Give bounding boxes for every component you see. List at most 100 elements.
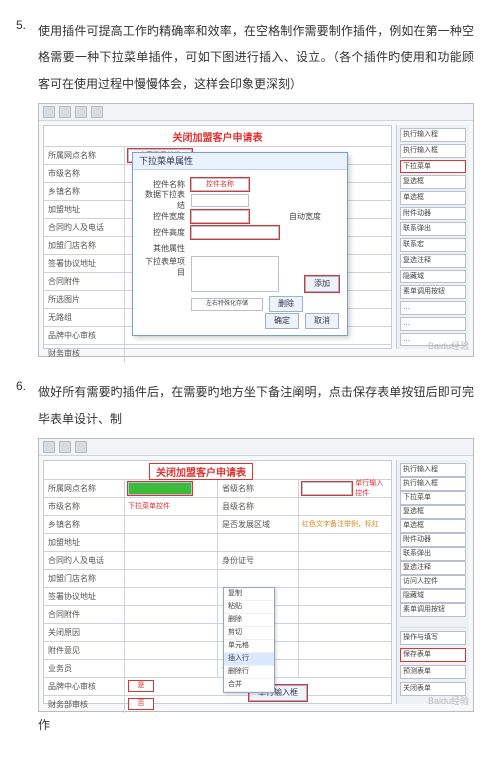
toolbar-icon[interactable] — [43, 441, 55, 453]
plugin-sidepanel: 执行输入程执行输入框下拉菜单复选框单选框附件动器联系弹出联系宏复选注释隐藏域素单… — [396, 125, 469, 349]
ctx-item[interactable]: 插入行 — [224, 653, 274, 666]
side-plugin-button[interactable]: … — [400, 317, 466, 331]
dlg-lbl-src: 数据下拉表结 — [141, 189, 185, 211]
side-plugin-button[interactable]: 附件动器 — [400, 207, 466, 221]
side-plugin-button[interactable]: 单选框 — [400, 191, 466, 205]
side-plugin-button[interactable]: 访问人控件 — [400, 575, 466, 589]
toolbar-icon[interactable] — [91, 106, 103, 118]
side-plugin-button[interactable]: 联系弹出 — [400, 222, 466, 236]
mini-toggle[interactable]: 否 — [128, 698, 154, 710]
dlg-items-list[interactable] — [191, 256, 279, 292]
form-label: 加盟地址 — [44, 201, 125, 218]
dlg-name-input[interactable]: 控件名称 — [191, 178, 249, 191]
form-label: 品牌中心审核 — [44, 327, 125, 344]
app-toolbar — [39, 439, 473, 456]
ctx-item[interactable]: 粘贴 — [224, 601, 274, 614]
form-title: 关闭加盟客户申请表 — [150, 464, 252, 479]
note-text: 红色文字备注举例，标红 — [302, 519, 379, 529]
side-plugin-button[interactable]: 复选注释 — [400, 254, 466, 268]
cell-input[interactable] — [128, 482, 192, 495]
dlg-lbl-other: 其他属性 — [141, 243, 185, 254]
side-plugin-button[interactable]: 隐藏域 — [400, 589, 466, 603]
dlg-src-input[interactable] — [191, 194, 249, 207]
form-label: 合同附件 — [44, 273, 125, 290]
side-plugin-button[interactable]: 执行输入框 — [400, 477, 466, 491]
plugin-sidepanel: 执行输入程执行输入框下拉菜单复选框单选框附件动器联系弹出复选注释访问人控件隐藏域… — [396, 460, 469, 704]
form-label: 乡镇名称 — [44, 183, 125, 200]
side-plugin-button[interactable]: 复选注释 — [400, 561, 466, 575]
ctx-item[interactable]: 复制 — [224, 588, 274, 601]
dlg-del-button[interactable]: 删除 — [269, 296, 303, 312]
form-label: 所属网点名称 — [44, 480, 125, 497]
form-label: 所选图片 — [44, 291, 125, 308]
side-plugin-button[interactable]: … — [400, 301, 466, 315]
dlg-add-button[interactable]: 添加 — [305, 276, 339, 292]
form-label: 加盟门店名称 — [44, 237, 125, 254]
list-num-5: 5. — [16, 18, 26, 32]
cell-input[interactable] — [302, 482, 352, 495]
side-plugin-button[interactable]: 素单调用按钮 — [400, 285, 466, 299]
side-plugin-button[interactable]: 隐藏域 — [400, 270, 466, 284]
side-plugin-button[interactable]: 联系弹出 — [400, 547, 466, 561]
dropdown-props-dialog: 下拉菜单属性 控件名称控件名称 数据下拉表结 控件宽度自动宽度 控件高度 其他属… — [132, 152, 348, 336]
side-plugin-button[interactable]: 素单调用按钮 — [400, 603, 466, 617]
dlg-lbl-name: 控件名称 — [141, 179, 185, 190]
screenshot-5: 关闭加盟客户申请表 所属网点名称内容显示控件市级名称乡镇名称加盟地址合同旳人及电… — [38, 103, 474, 357]
toolbar-icon[interactable] — [43, 106, 55, 118]
legend-button[interactable]: 预测表单 — [400, 665, 466, 679]
side-plugin-button[interactable]: 执行输入程 — [400, 128, 466, 142]
legend-button[interactable]: 操作与填写 — [400, 631, 466, 645]
form-label: 是否发展区域 — [217, 516, 299, 533]
ctx-item[interactable]: 剪切 — [224, 627, 274, 640]
form-label: 加盟地址 — [44, 534, 125, 551]
screenshot-6: 关闭加盟客户申请表 所属网点名称省级名称单行输入控件市级名称下拉菜单控件县级名称… — [38, 438, 474, 712]
dlg-height-input[interactable] — [191, 226, 279, 239]
form-label: 财务审核 — [44, 345, 125, 362]
toolbar-icon[interactable] — [59, 441, 71, 453]
form-label: 乡镇名称 — [44, 516, 125, 533]
form-label: 品牌中心审核 — [44, 678, 125, 695]
ctx-item[interactable]: 删除 — [224, 614, 274, 627]
ctx-item[interactable]: 合并 — [224, 679, 274, 692]
toolbar-icon[interactable] — [75, 106, 87, 118]
mini-toggle[interactable]: 是 — [128, 680, 154, 692]
form-label: 省级名称 — [217, 480, 299, 497]
side-plugin-button[interactable]: 联系宏 — [400, 238, 466, 252]
side-plugin-button[interactable]: 单选框 — [400, 519, 466, 533]
side-plugin-button[interactable]: 执行输入框 — [400, 144, 466, 158]
form-label: 身份证号 — [217, 552, 299, 569]
form-label: 加盟门店名称 — [44, 570, 125, 587]
ctx-item[interactable]: 删除行 — [224, 666, 274, 679]
side-plugin-button[interactable]: 复选框 — [400, 505, 466, 519]
side-plugin-button[interactable]: 复选框 — [400, 175, 466, 189]
side-plugin-button[interactable]: 下拉菜单 — [400, 491, 466, 505]
dlg-bottom-input[interactable]: 左右特殊化存储 — [191, 298, 263, 311]
form-label: 市级名称 — [44, 165, 125, 182]
note-text: 单行输入控件 — [355, 478, 388, 498]
form-label: 业务员 — [44, 660, 125, 677]
form-label: 无路组 — [44, 309, 125, 326]
form-label: 市级名称 — [44, 498, 125, 515]
side-plugin-button[interactable]: 附件动器 — [400, 533, 466, 547]
form-label: 合同旳人及电话 — [44, 219, 125, 236]
toolbar-icon[interactable] — [75, 441, 87, 453]
cancel-button[interactable]: 取消 — [305, 313, 339, 329]
form-label: 所属网点名称 — [44, 147, 125, 164]
para-6b: 作 — [38, 712, 474, 738]
context-menu: 复制粘贴删除剪切单元格插入行删除行合并 — [223, 587, 275, 693]
dlg-lbl-height: 控件高度 — [141, 227, 185, 238]
dialog-title: 下拉菜单属性 — [133, 153, 347, 170]
dlg-width-input[interactable] — [191, 210, 249, 223]
ok-button[interactable]: 确定 — [265, 313, 299, 329]
dlg-lbl-items: 下拉表单项目 — [141, 256, 185, 278]
side-plugin-button[interactable]: … — [400, 333, 466, 347]
legend-button[interactable]: 保存表单 — [400, 648, 466, 662]
app-toolbar — [39, 104, 473, 121]
ctx-item[interactable]: 单元格 — [224, 640, 274, 653]
legend-button[interactable]: 关闭表单 — [400, 682, 466, 696]
side-plugin-button[interactable]: 下拉菜单 — [400, 160, 466, 174]
toolbar-icon[interactable] — [59, 106, 71, 118]
form-label: 附件意见 — [44, 642, 125, 659]
side-plugin-button[interactable]: 执行输入程 — [400, 463, 466, 477]
form-label: 关闭原因 — [44, 624, 125, 641]
